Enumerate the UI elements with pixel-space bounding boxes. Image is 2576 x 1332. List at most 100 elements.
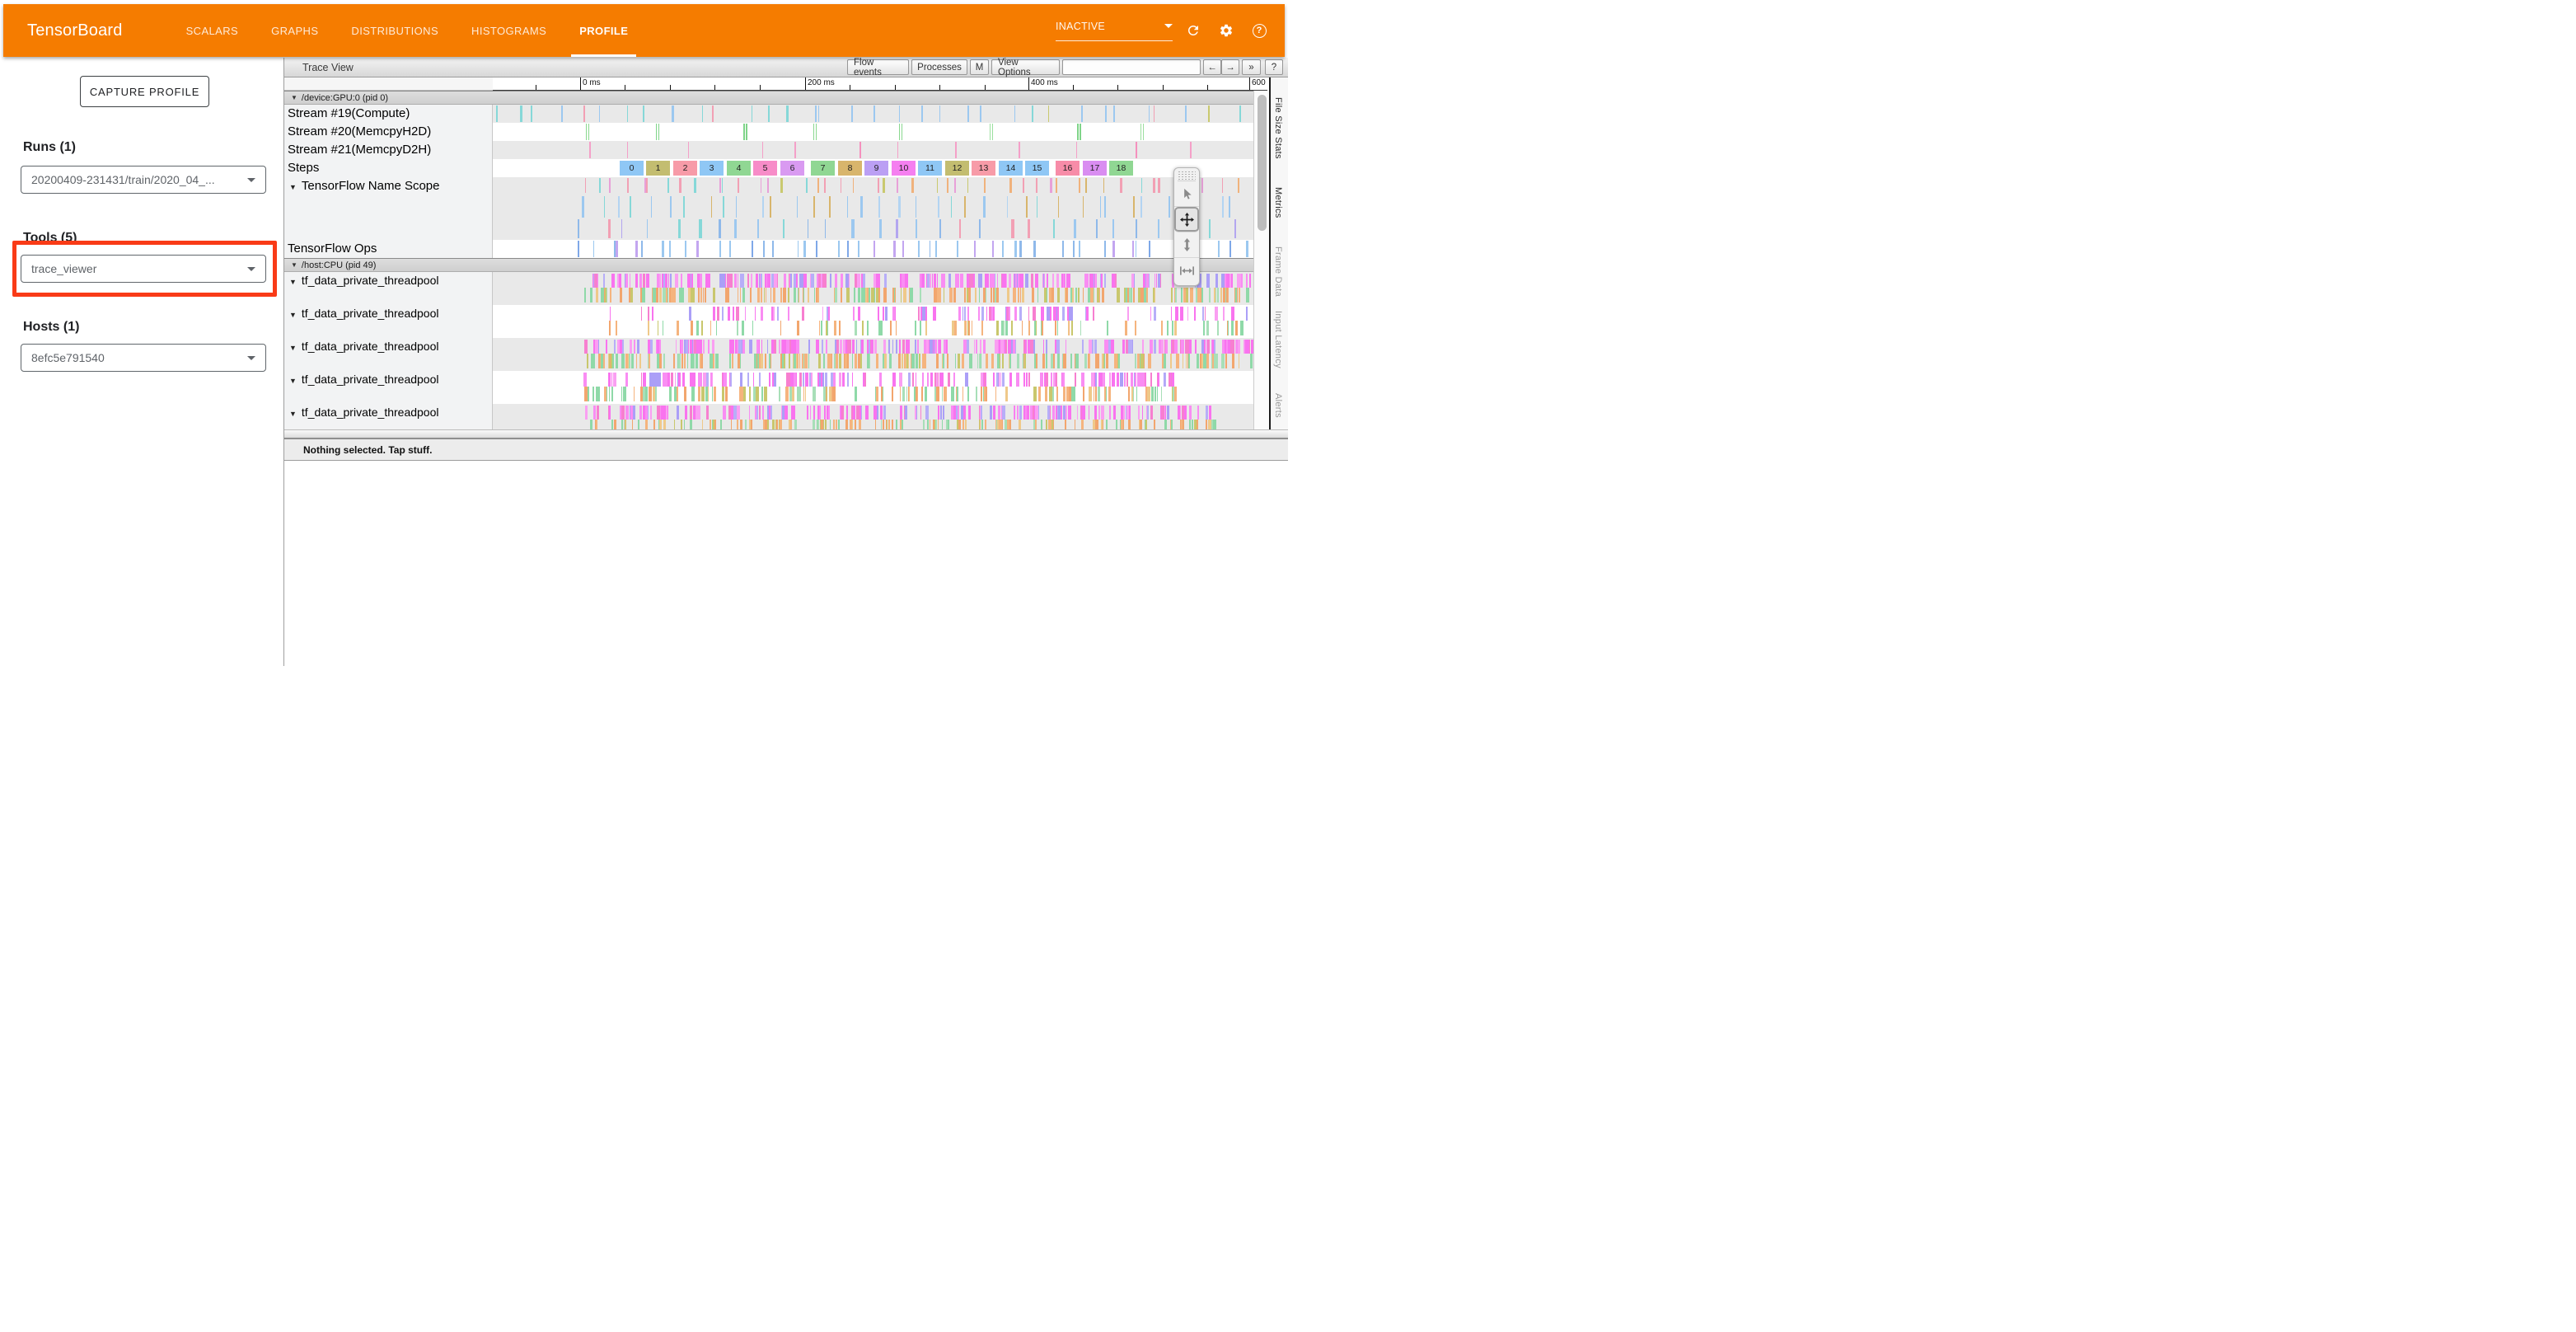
trace-event[interactable] <box>900 406 903 420</box>
trace-event[interactable] <box>794 288 796 303</box>
trace-event[interactable] <box>997 274 998 288</box>
trace-event[interactable] <box>861 340 864 354</box>
trace-event[interactable] <box>899 124 900 140</box>
trace-event[interactable] <box>691 321 693 335</box>
trace-event[interactable] <box>713 354 714 368</box>
trace-event[interactable] <box>1246 241 1248 257</box>
trace-event[interactable] <box>696 321 698 335</box>
trace-event[interactable] <box>1057 288 1060 303</box>
trace-event[interactable] <box>811 373 813 387</box>
trace-event[interactable] <box>962 354 964 368</box>
step-block[interactable]: 5 <box>753 161 777 176</box>
horizontal-scroll-strip[interactable] <box>284 429 1288 438</box>
trace-event[interactable] <box>865 406 868 420</box>
trace-event[interactable] <box>1172 340 1173 354</box>
trace-event[interactable] <box>751 420 752 429</box>
trace-event[interactable] <box>644 373 646 387</box>
trace-event[interactable] <box>1013 288 1015 303</box>
trace-event[interactable] <box>1094 340 1097 354</box>
trace-event[interactable] <box>1145 420 1147 429</box>
trace-event[interactable] <box>1227 321 1229 335</box>
trace-event[interactable] <box>1026 373 1028 387</box>
trace-event[interactable] <box>1150 340 1152 354</box>
trace-event[interactable] <box>978 274 979 288</box>
trace-event[interactable] <box>822 340 823 354</box>
trace-event[interactable] <box>940 406 942 420</box>
trace-event[interactable] <box>672 106 673 122</box>
trace-event[interactable] <box>685 241 686 257</box>
trace-event[interactable] <box>645 406 648 420</box>
trace-event[interactable] <box>1063 406 1066 420</box>
trace-event[interactable] <box>948 373 950 387</box>
trace-event[interactable] <box>979 420 980 429</box>
trace-event[interactable] <box>969 354 972 368</box>
trace-event[interactable] <box>1206 354 1208 368</box>
trace-event[interactable] <box>645 387 647 401</box>
trace-event[interactable] <box>1080 321 1081 335</box>
trace-event[interactable] <box>1189 420 1191 429</box>
trace-event[interactable] <box>968 321 970 335</box>
trace-event[interactable] <box>798 288 799 303</box>
zoom-tool-button[interactable] <box>1174 232 1199 258</box>
trace-event[interactable] <box>1149 241 1150 257</box>
trace-event[interactable] <box>1061 406 1062 420</box>
trace-event[interactable] <box>1019 274 1021 288</box>
trace-event[interactable] <box>1120 420 1122 429</box>
tab-histograms[interactable]: HISTOGRAMS <box>466 4 551 57</box>
step-block[interactable]: 4 <box>727 161 751 176</box>
trace-event[interactable] <box>713 288 715 303</box>
trace-event[interactable] <box>764 387 767 401</box>
trace-event[interactable] <box>993 406 995 420</box>
trace-event[interactable] <box>751 274 752 288</box>
trace-event[interactable] <box>1075 354 1078 368</box>
trace-event[interactable] <box>1074 219 1076 238</box>
tab-graphs[interactable]: GRAPHS <box>266 4 323 57</box>
trace-event[interactable] <box>875 420 876 429</box>
trace-event[interactable] <box>619 274 621 288</box>
trace-event[interactable] <box>1230 340 1234 354</box>
trace-event[interactable] <box>861 354 862 368</box>
trace-event[interactable] <box>1079 178 1081 193</box>
trace-event[interactable] <box>650 406 652 420</box>
trace-event[interactable] <box>896 321 897 335</box>
trace-event[interactable] <box>626 406 630 420</box>
trace-event[interactable] <box>925 321 926 335</box>
trace-event[interactable] <box>1051 288 1054 303</box>
track-row[interactable] <box>493 240 1269 258</box>
trace-event[interactable] <box>1190 288 1193 303</box>
trace-event[interactable] <box>668 274 670 288</box>
track-row[interactable] <box>493 123 1269 141</box>
trace-event[interactable] <box>847 196 849 218</box>
trace-event[interactable] <box>939 219 941 238</box>
trace-event[interactable] <box>940 288 941 303</box>
trace-event[interactable] <box>1206 321 1209 335</box>
trace-event[interactable] <box>643 274 644 288</box>
trace-event[interactable] <box>880 321 882 335</box>
trace-event[interactable] <box>1125 321 1127 335</box>
trace-event[interactable] <box>878 196 880 218</box>
trace-event[interactable] <box>794 274 796 288</box>
trace-event[interactable] <box>658 124 659 140</box>
trace-event[interactable] <box>1050 307 1051 321</box>
step-block[interactable]: 6 <box>780 161 804 176</box>
trace-event[interactable] <box>1217 321 1219 335</box>
trace-event[interactable] <box>1150 406 1153 420</box>
trace-event[interactable] <box>681 354 683 368</box>
trace-event[interactable] <box>926 340 929 354</box>
trace-event[interactable] <box>943 274 945 288</box>
trace-event[interactable] <box>641 373 642 387</box>
track-row[interactable] <box>493 141 1269 159</box>
trace-event[interactable] <box>793 340 796 354</box>
trace-event[interactable] <box>808 340 811 354</box>
trace-event[interactable] <box>789 274 790 288</box>
trace-event[interactable] <box>625 274 628 288</box>
trace-event[interactable] <box>847 241 849 257</box>
trace-event[interactable] <box>1225 354 1226 368</box>
trace-event[interactable] <box>1154 340 1155 354</box>
trace-event[interactable] <box>584 288 586 303</box>
trace-event[interactable] <box>675 274 678 288</box>
trace-event[interactable] <box>813 420 815 429</box>
trace-event[interactable] <box>896 420 897 429</box>
trace-event[interactable] <box>1140 124 1142 140</box>
trace-event[interactable] <box>589 142 591 158</box>
